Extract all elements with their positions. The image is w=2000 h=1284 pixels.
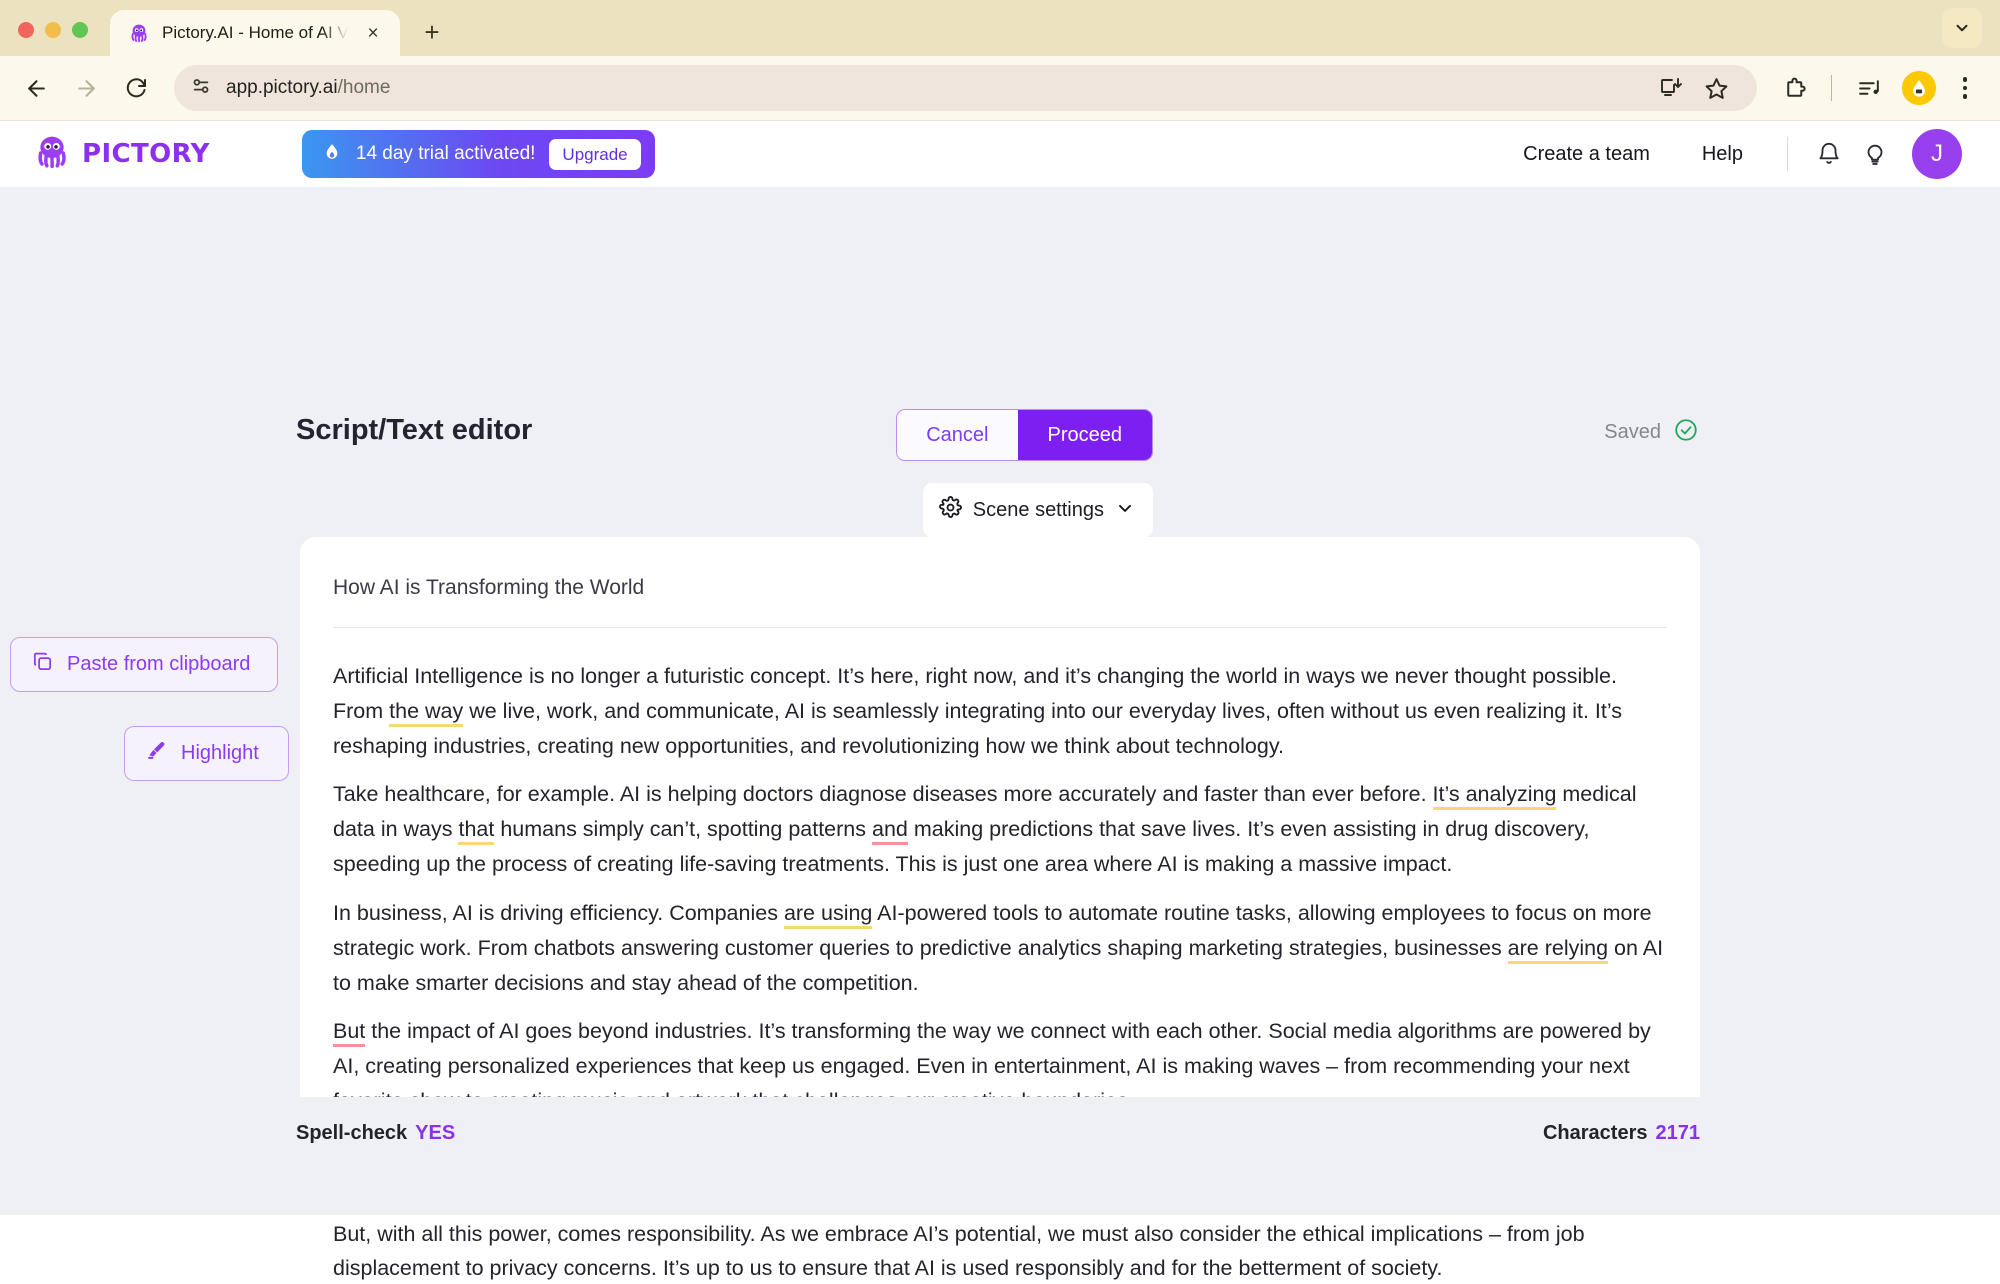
new-tab-button[interactable]: + bbox=[414, 14, 450, 50]
reload-icon[interactable] bbox=[114, 66, 158, 110]
highlight-button[interactable]: Highlight bbox=[124, 726, 289, 781]
grammar-suggestion-highlight[interactable]: that bbox=[458, 817, 495, 846]
bookmark-star-icon[interactable] bbox=[1695, 67, 1737, 109]
extensions-puzzle-icon[interactable] bbox=[1773, 67, 1815, 109]
octopus-logo-icon bbox=[32, 132, 72, 177]
spellcheck-status[interactable]: Spell-check YES bbox=[296, 1122, 455, 1145]
paste-from-clipboard-label: Paste from clipboard bbox=[67, 653, 251, 675]
header-divider bbox=[1787, 137, 1788, 171]
back-arrow-icon[interactable] bbox=[14, 66, 58, 110]
saved-status: Saved bbox=[1604, 417, 1699, 448]
check-circle-icon bbox=[1673, 417, 1699, 448]
address-bar-url: app.pictory.ai/home bbox=[226, 77, 391, 98]
brand-name: PICTORY bbox=[82, 139, 210, 169]
close-icon[interactable]: × bbox=[360, 20, 386, 46]
bell-icon[interactable] bbox=[1806, 131, 1852, 177]
grammar-suggestion-highlight[interactable]: are using bbox=[783, 900, 873, 929]
lightbulb-icon[interactable] bbox=[1852, 131, 1898, 177]
characters-value: 2171 bbox=[1655, 1121, 1701, 1144]
document-title[interactable]: How AI is Transforming the World bbox=[300, 537, 1700, 600]
create-a-team-link[interactable]: Create a team bbox=[1497, 143, 1676, 166]
sidebar-actions: Paste from clipboard Highlight bbox=[0, 637, 290, 781]
script-paragraph: Artificial Intelligence is no longer a f… bbox=[333, 664, 1623, 758]
app-header-right: Create a team Help J bbox=[1497, 129, 1962, 179]
grammar-suggestion-highlight[interactable]: It’s analyzing bbox=[1432, 782, 1557, 811]
spellcheck-value: YES bbox=[415, 1121, 456, 1144]
maximize-window-button[interactable] bbox=[72, 22, 88, 38]
grammar-suggestion-highlight[interactable]: the way bbox=[389, 698, 464, 727]
pictory-app: PICTORY 14 day trial activated! Upgrade … bbox=[0, 121, 2000, 1284]
site-settings-icon[interactable] bbox=[190, 75, 212, 102]
browser-window: Pictory.AI - Home of AI Video × + app.p bbox=[0, 0, 2000, 1284]
media-playlist-icon[interactable] bbox=[1848, 67, 1890, 109]
avatar[interactable]: J bbox=[1912, 129, 1962, 179]
three-dot-menu-icon[interactable] bbox=[1948, 77, 1982, 99]
saved-label: Saved bbox=[1604, 421, 1661, 443]
trial-banner: 14 day trial activated! Upgrade bbox=[301, 130, 655, 178]
characters-label: Characters bbox=[1542, 1121, 1648, 1144]
spelling-error-highlight[interactable]: But bbox=[333, 1019, 366, 1048]
scene-settings-dropdown[interactable]: Scene settings bbox=[922, 483, 1153, 537]
help-link[interactable]: Help bbox=[1676, 143, 1769, 166]
toolbar-divider bbox=[1831, 75, 1832, 101]
paste-from-clipboard-button[interactable]: Paste from clipboard bbox=[10, 637, 278, 692]
page-content: Script/Text editor Saved Cancel Proceed bbox=[0, 187, 2000, 1284]
cancel-button[interactable]: Cancel bbox=[897, 410, 1018, 460]
browser-tab-title: Pictory.AI - Home of AI Video bbox=[162, 23, 348, 42]
tab-list-chevron-icon[interactable] bbox=[1942, 8, 1982, 48]
browser-toolbar: app.pictory.ai/home bbox=[0, 56, 2000, 121]
character-count: Characters 2171 bbox=[1543, 1122, 1700, 1145]
octopus-icon bbox=[128, 22, 150, 44]
gear-icon bbox=[938, 496, 962, 524]
trial-banner-text: 14 day trial activated! bbox=[355, 143, 536, 164]
script-paragraph: Take healthcare, for example. AI is help… bbox=[333, 782, 1637, 877]
forward-arrow-icon[interactable] bbox=[64, 66, 108, 110]
address-bar[interactable]: app.pictory.ai/home bbox=[174, 65, 1757, 111]
app-header: PICTORY 14 day trial activated! Upgrade … bbox=[0, 121, 2000, 187]
minimize-window-button[interactable] bbox=[45, 22, 61, 38]
window-traffic-lights bbox=[18, 22, 88, 56]
script-paragraph: But, with all this power, comes responsi… bbox=[333, 1221, 1585, 1281]
profile-avatar-icon[interactable] bbox=[1902, 71, 1936, 105]
grammar-suggestion-highlight[interactable]: are relying bbox=[1507, 935, 1609, 964]
page-title: Script/Text editor bbox=[296, 414, 533, 446]
proceed-button[interactable]: Proceed bbox=[1017, 410, 1152, 460]
editor-action-buttons: Cancel Proceed bbox=[896, 409, 1153, 461]
highlight-label: Highlight bbox=[181, 742, 259, 764]
install-app-icon[interactable] bbox=[1649, 67, 1691, 109]
spellcheck-label: Spell-check bbox=[296, 1121, 408, 1144]
marker-pen-icon bbox=[145, 739, 168, 768]
flame-icon bbox=[322, 141, 342, 168]
omnibox-actions bbox=[1649, 67, 1737, 109]
copy-icon bbox=[31, 650, 54, 679]
spelling-error-highlight[interactable]: and bbox=[872, 817, 908, 846]
editor-status-bar: Spell-check YES Characters 2171 bbox=[0, 1097, 2000, 1215]
pictory-logo[interactable]: PICTORY bbox=[32, 132, 210, 177]
close-window-button[interactable] bbox=[18, 22, 34, 38]
chevron-down-icon bbox=[1115, 498, 1135, 523]
upgrade-button[interactable]: Upgrade bbox=[549, 138, 641, 170]
scene-settings-label: Scene settings bbox=[972, 498, 1104, 521]
browser-tab[interactable]: Pictory.AI - Home of AI Video × bbox=[110, 10, 400, 56]
script-paragraph: In business, AI is driving efficiency. C… bbox=[333, 900, 1664, 995]
browser-tab-strip: Pictory.AI - Home of AI Video × + bbox=[0, 0, 2000, 56]
